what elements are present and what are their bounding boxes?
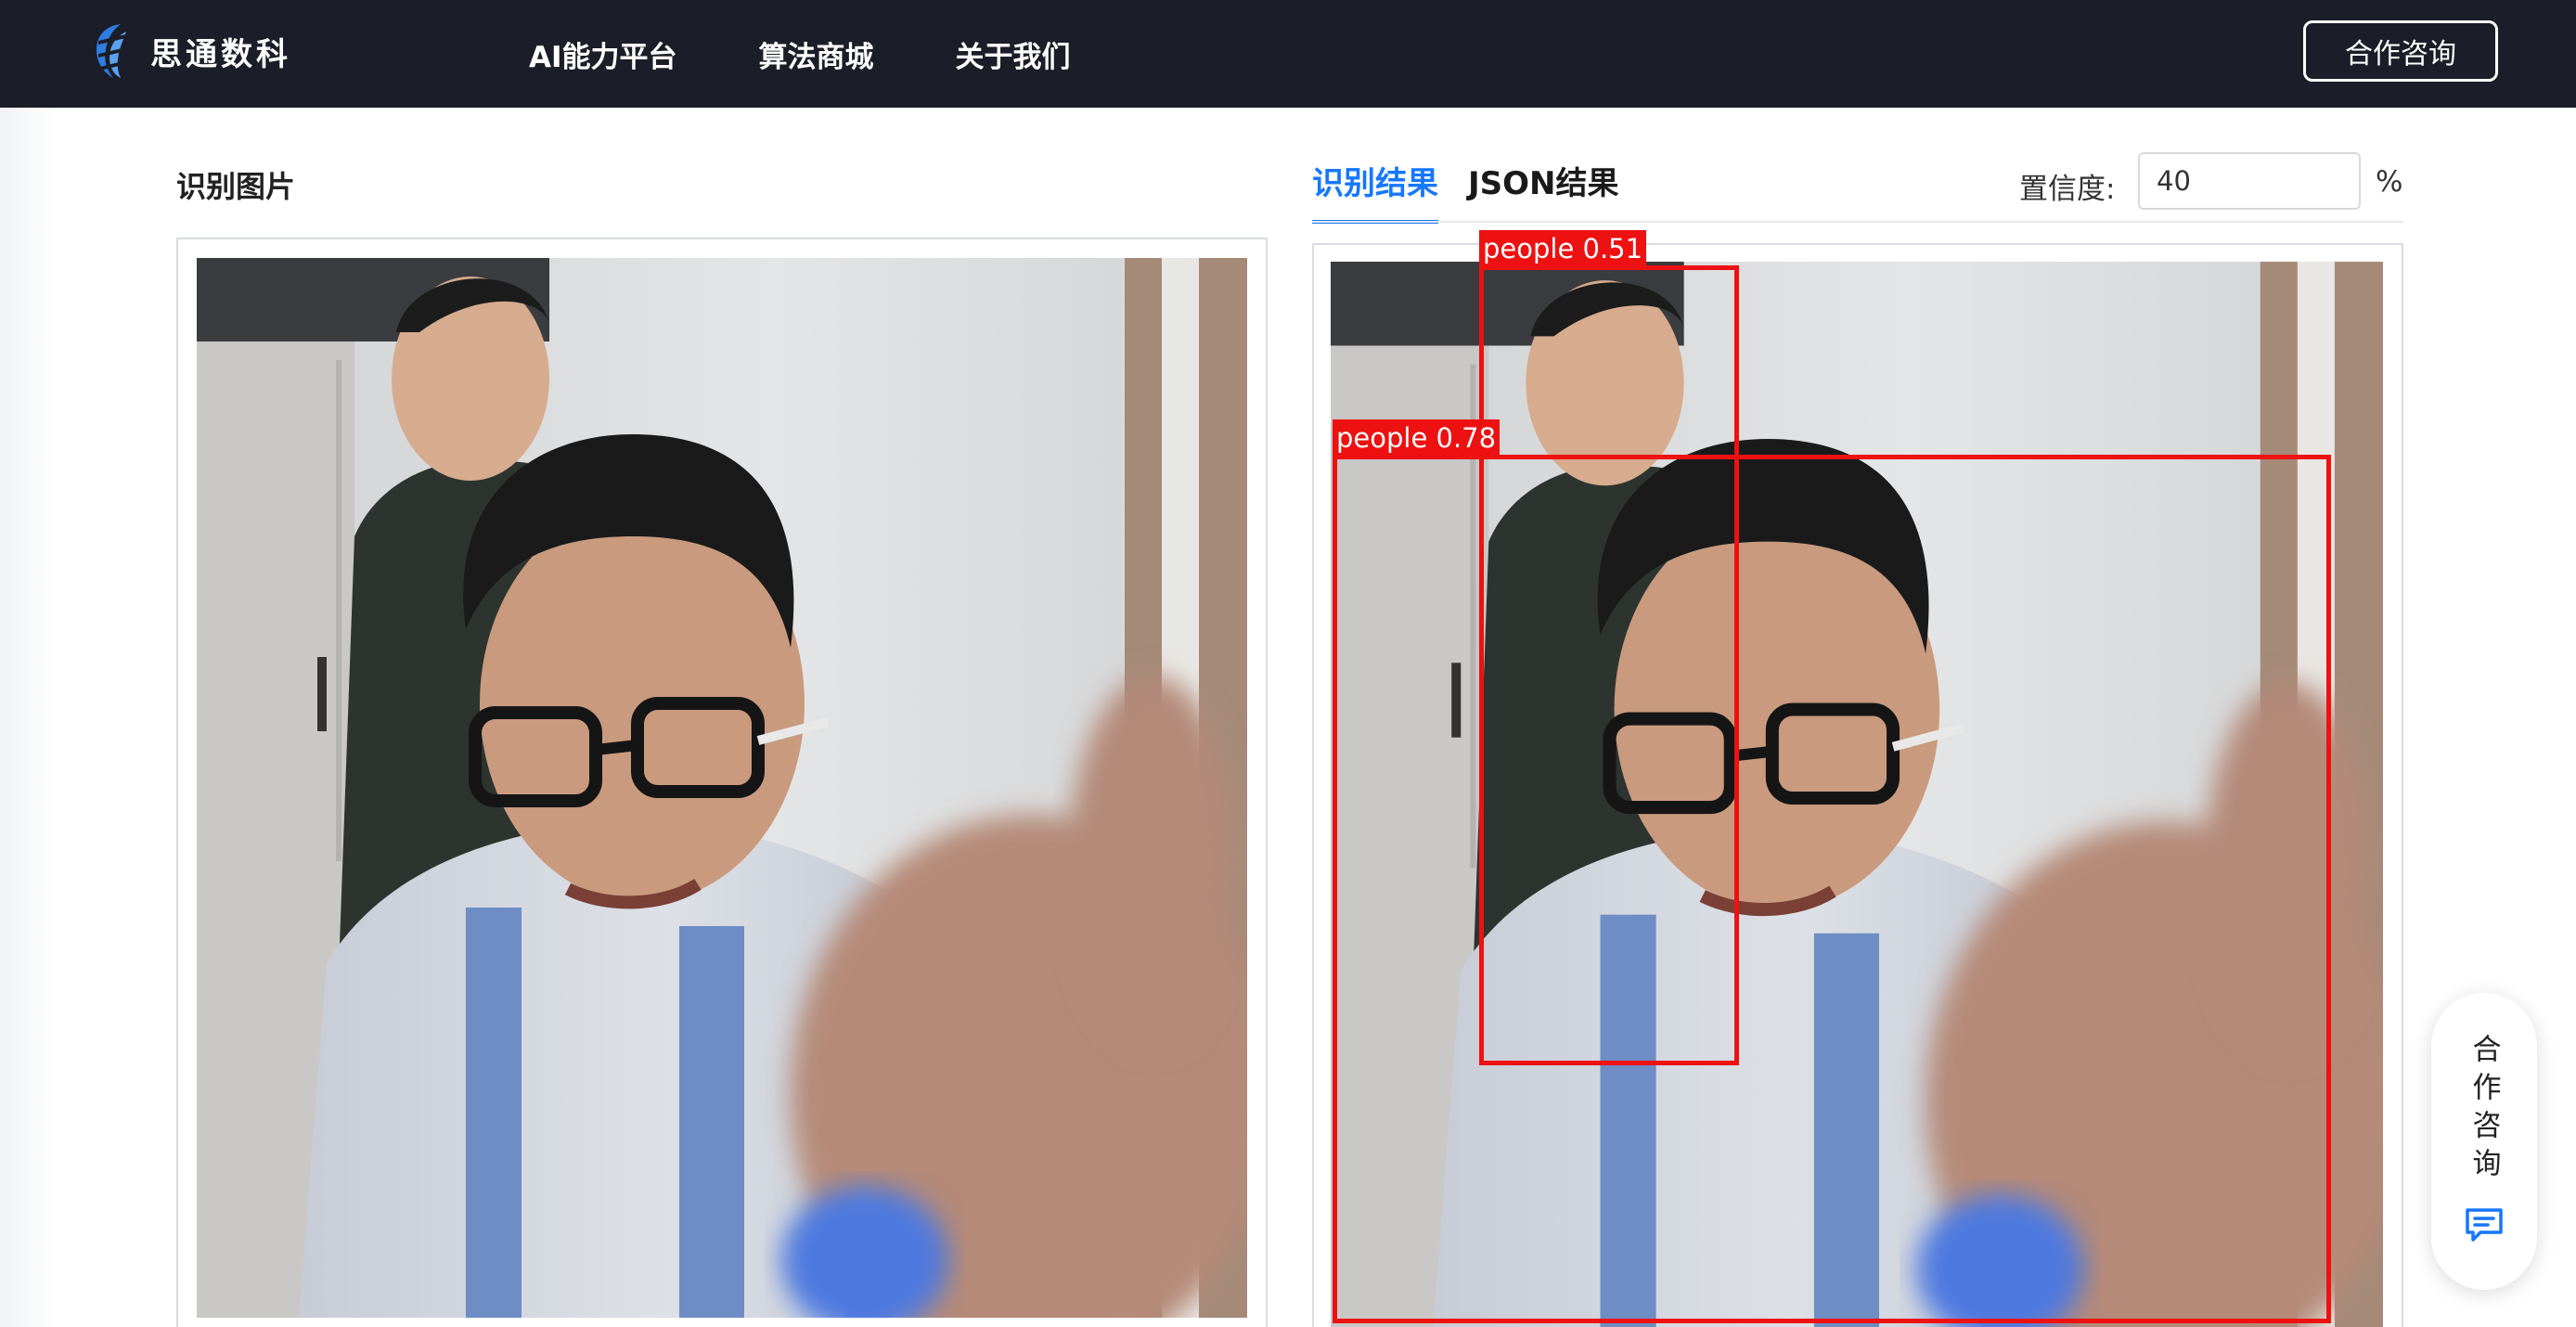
detection-label-front-person: people 0.78 <box>1333 419 1501 457</box>
tab-recognition-result[interactable]: 识别结果 <box>1312 158 1438 224</box>
source-image-title: 识别图片 <box>176 169 296 204</box>
result-tabs: 识别结果 JSON结果 <box>1312 158 1649 224</box>
floating-consult-label: 合作咨询 <box>2467 1034 2501 1186</box>
brand-logo-icon <box>97 24 130 78</box>
page-side-shade <box>0 108 56 1327</box>
brand-name: 思通数科 <box>150 35 291 73</box>
detection-label-back-person: people 0.51 <box>1479 230 1647 267</box>
nav-item-about-us[interactable]: 关于我们 <box>956 33 1071 75</box>
detection-box-front-person <box>1333 455 2331 1323</box>
floating-consult-button[interactable]: 合作咨询 <box>2431 993 2537 1290</box>
brand-logo[interactable]: 思通数科 <box>93 22 291 80</box>
chat-icon <box>2466 1208 2503 1242</box>
source-image <box>197 258 1247 1318</box>
consult-button[interactable]: 合作咨询 <box>2303 20 2498 82</box>
confidence-label: 置信度: <box>2019 173 2116 206</box>
confidence-input[interactable] <box>2138 152 2361 210</box>
tab-json-result[interactable]: JSON结果 <box>1468 158 1619 224</box>
main-nav: AI能力平台 算法商城 关于我们 <box>529 0 1153 108</box>
nav-item-algorithm-store[interactable]: 算法商城 <box>759 33 874 75</box>
nav-item-ai-platform[interactable]: AI能力平台 <box>529 33 677 75</box>
tabs-divider <box>1312 221 2403 223</box>
confidence-unit: % <box>2376 165 2403 199</box>
top-navigation-bar: 思通数科 AI能力平台 算法商城 关于我们 合作咨询 <box>0 0 2576 108</box>
